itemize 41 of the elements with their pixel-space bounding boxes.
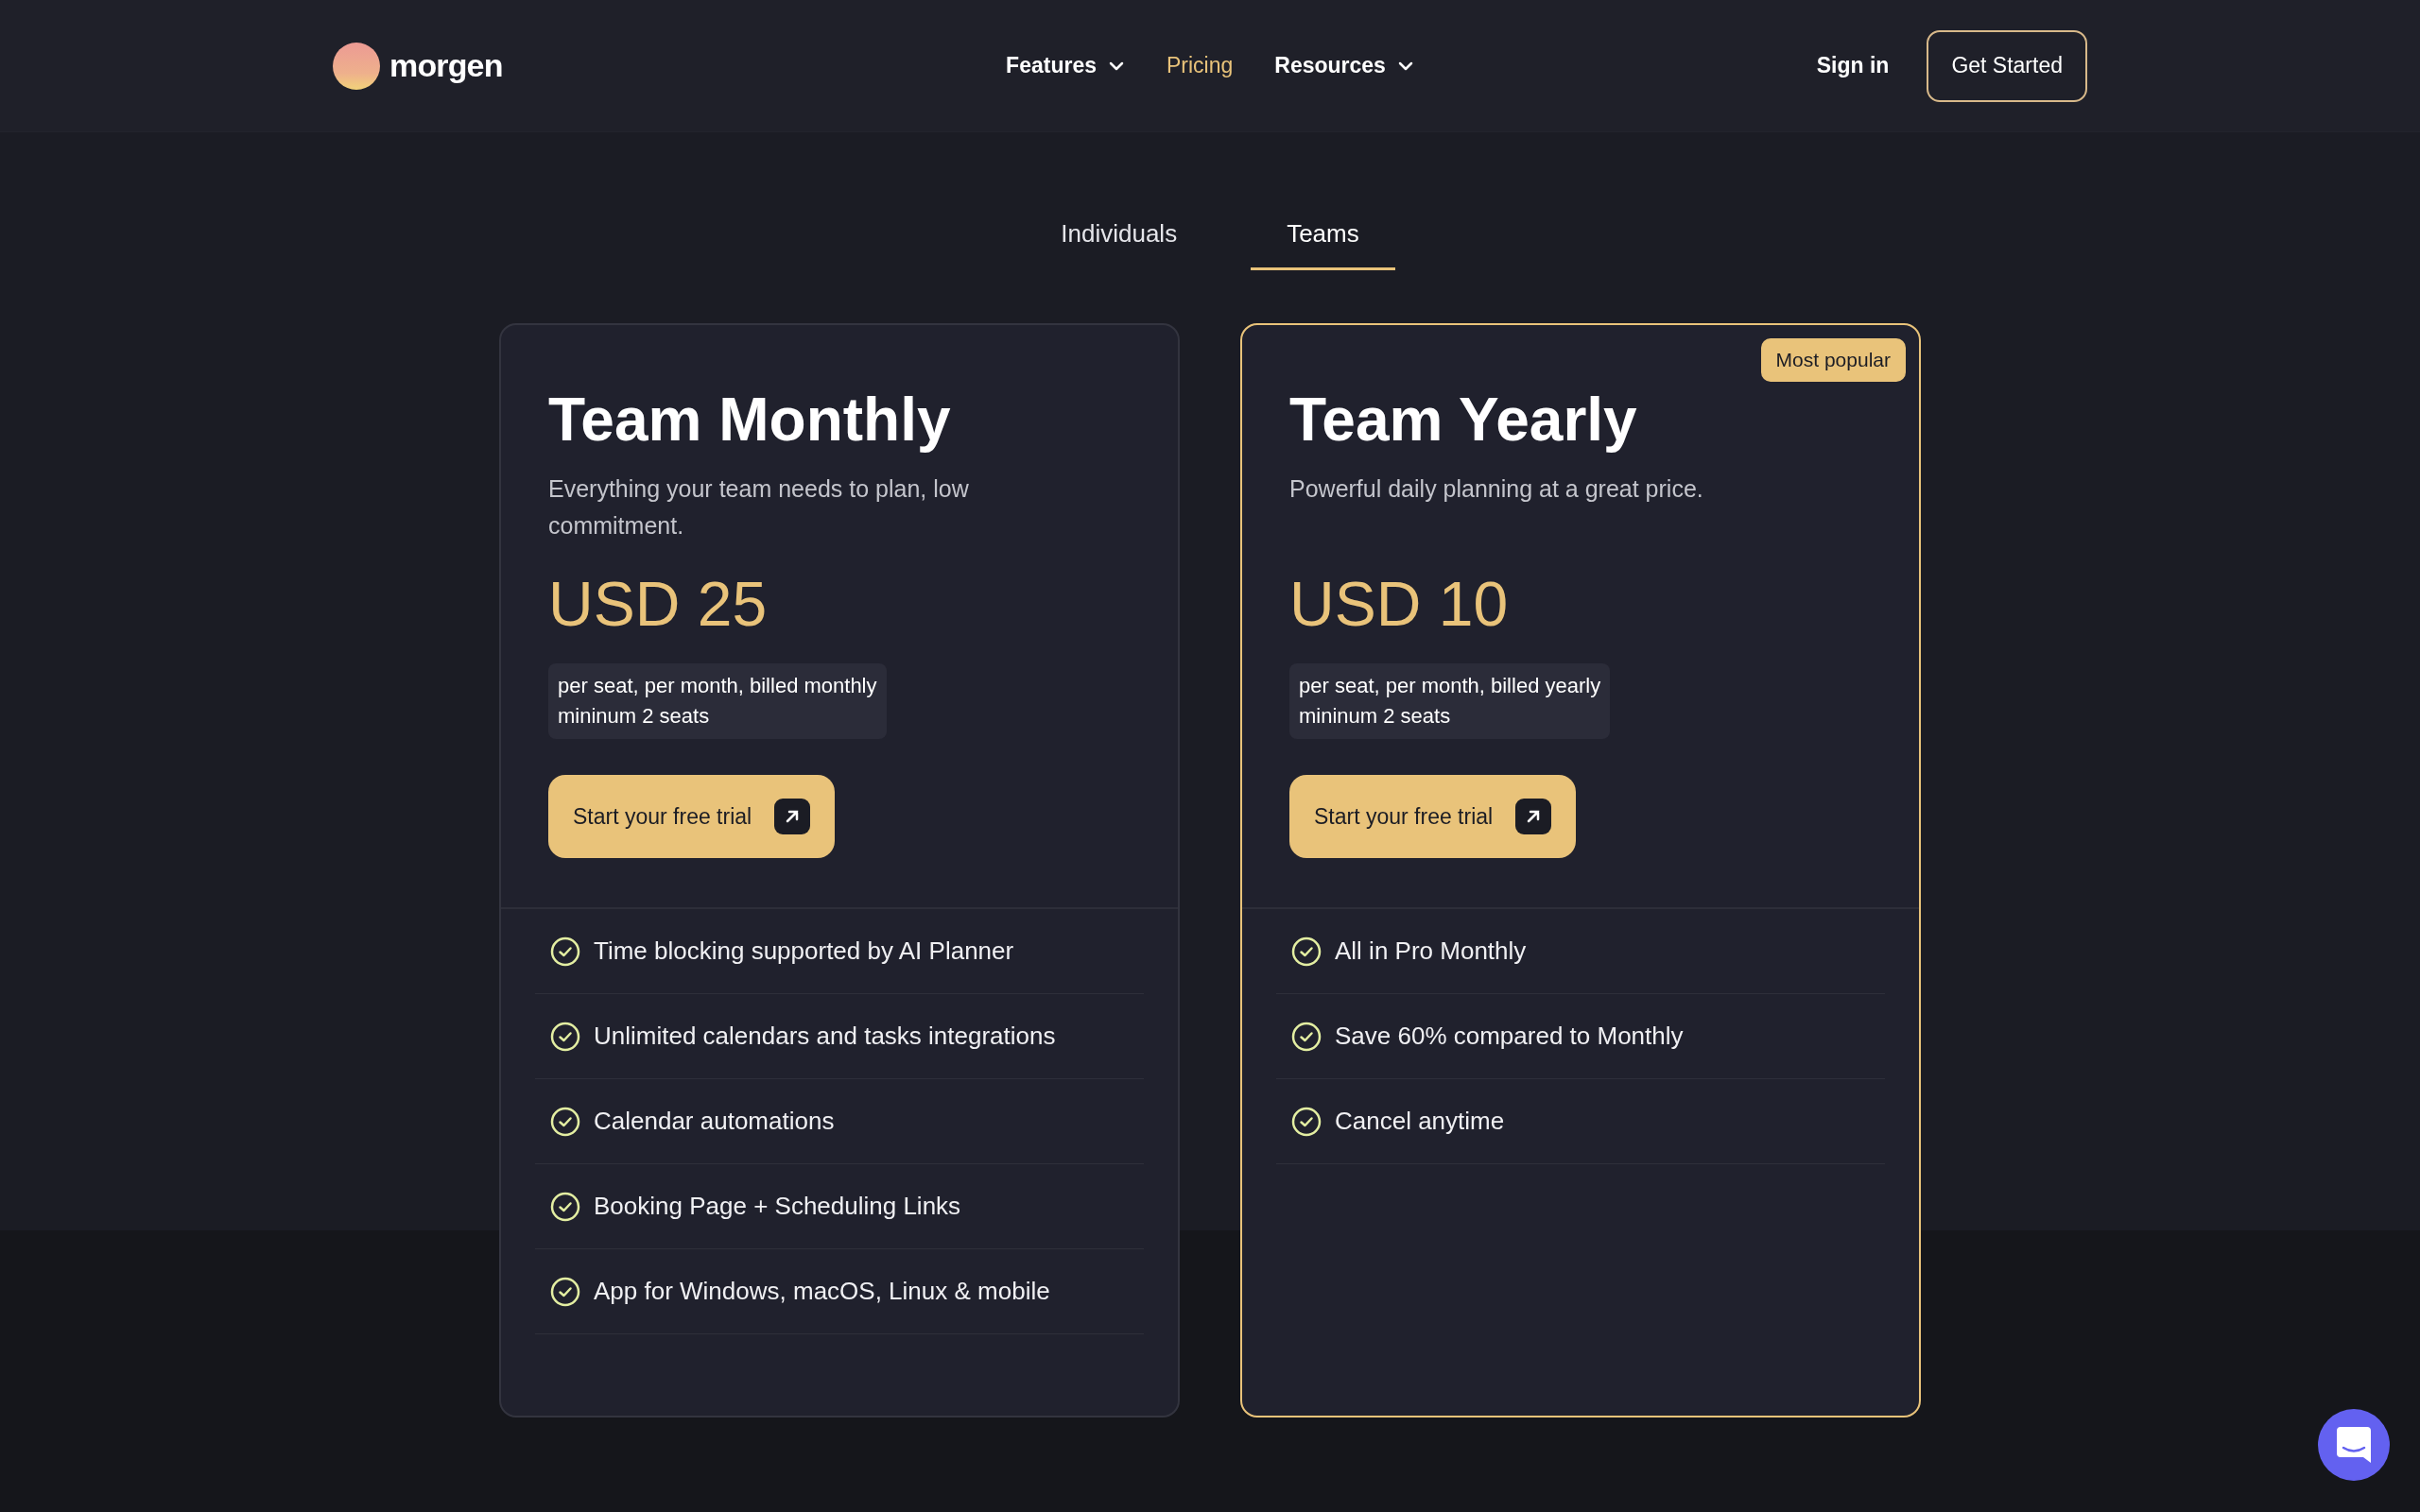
- check-circle-icon: [550, 1021, 580, 1052]
- feature-text: Unlimited calendars and tasks integrations: [594, 1021, 1056, 1052]
- check-circle-icon: [1291, 1106, 1322, 1137]
- start-trial-button[interactable]: Start your free trial: [1289, 775, 1577, 858]
- plan-price: USD 25: [548, 573, 768, 635]
- feature-text: Booking Page + Scheduling Links: [594, 1191, 961, 1222]
- billing-note: per seat, per month, billed monthly: [558, 673, 877, 699]
- arrow-up-right-icon: [774, 799, 811, 834]
- nav-link[interactable]: Resources: [1274, 49, 1414, 82]
- feature-text: Time blocking supported by AI Planner: [594, 936, 1014, 967]
- feature-text: All in Pro Monthly: [1335, 936, 1527, 967]
- feature-text: Cancel anytime: [1335, 1106, 1505, 1137]
- chat-icon: [2337, 1427, 2371, 1463]
- billing-note: per seat, per month, billed yearly: [1299, 673, 1601, 699]
- popular-badge: Most popular: [1760, 338, 1906, 382]
- check-circle-icon: [1291, 936, 1322, 967]
- feature-text: Save 60% compared to Monthly: [1335, 1021, 1684, 1052]
- plan-price: USD 10: [1289, 573, 1509, 635]
- feature-text: App for Windows, macOS, Linux & mobile: [594, 1276, 1050, 1307]
- tab[interactable]: Individuals: [1025, 215, 1214, 270]
- nav-link[interactable]: Features: [1006, 49, 1125, 82]
- check-circle-icon: [550, 1191, 580, 1222]
- logo-icon: [333, 42, 380, 90]
- nav-link[interactable]: Pricing: [1166, 49, 1234, 82]
- check-circle-icon: [550, 1276, 580, 1307]
- check-circle-icon: [1291, 1021, 1322, 1052]
- tab[interactable]: Teams: [1251, 215, 1395, 270]
- plan-description: Everything your team needs to plan, low commitment.: [548, 474, 970, 541]
- check-circle-icon: [550, 1106, 580, 1137]
- chevron-down-icon: [1396, 60, 1414, 72]
- feature-text: Calendar automations: [594, 1106, 835, 1137]
- start-trial-button[interactable]: Start your free trial: [548, 775, 836, 858]
- check-circle-icon: [550, 936, 580, 967]
- billing-note: mininum 2 seats: [558, 703, 711, 730]
- sign-in-link[interactable]: Sign in: [1816, 49, 1890, 82]
- get-started-button[interactable]: Get Started: [1927, 29, 2087, 102]
- arrow-up-right-icon: [1515, 799, 1552, 834]
- billing-note: mininum 2 seats: [1299, 703, 1452, 730]
- plan-description: Powerful daily planning at a great price.: [1289, 474, 1704, 504]
- logo-text: morgen: [389, 46, 503, 85]
- chevron-down-icon: [1107, 60, 1125, 72]
